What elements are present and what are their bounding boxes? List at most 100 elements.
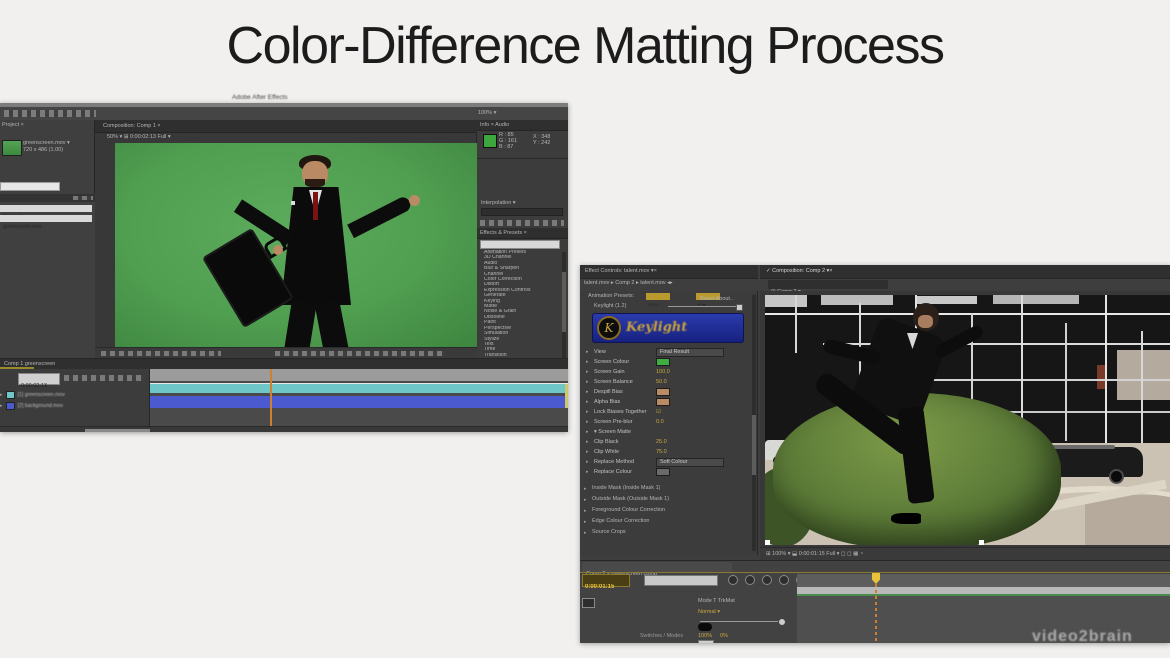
effect-param-row[interactable]: ▸ Screen Colour [580, 357, 752, 367]
effect-param-row[interactable]: ▸ Screen Pre-blur 0.0 [580, 417, 752, 427]
param-dropdown[interactable]: Final Result [656, 348, 724, 357]
tool-icons[interactable] [4, 110, 96, 117]
param-color-swatch[interactable] [656, 398, 670, 406]
param-color-swatch[interactable] [656, 468, 670, 476]
effect-param-row[interactable]: ▸ Clip White 75.0 [580, 447, 752, 457]
param-color-swatch[interactable] [656, 358, 670, 366]
param-color-swatch[interactable] [656, 388, 670, 396]
viewer-subtab-pill[interactable]: ⊞ Comp 2 ▾ [768, 280, 888, 289]
effect-param-row[interactable]: ▸ ▾ Screen Matte [580, 427, 752, 437]
comp-viewer-tab[interactable]: ✓ Composition: Comp 2 ▾× [766, 268, 1026, 275]
effect-param-row[interactable]: ▸ Screen Gain 100.0 [580, 367, 752, 377]
man-beard [305, 179, 325, 187]
composite-layer-bar[interactable] [797, 587, 1170, 594]
info-y: Y : 242 [533, 140, 550, 147]
project-item-row[interactable]: greenscreen.mov [0, 215, 92, 222]
opacity-slider-knob[interactable] [778, 618, 786, 626]
timeline-timecode-box[interactable]: 0:00:02:13 [18, 373, 60, 385]
keylight-brand-text: Keylight [626, 320, 687, 335]
hscroll-thumb[interactable] [85, 429, 150, 432]
layer-bar-teal[interactable] [150, 384, 568, 393]
effect-name-label[interactable]: Keylight (1.2) [594, 303, 664, 310]
effects-presets-header: Effects & Presets × [477, 228, 568, 239]
dock-icons-row[interactable] [480, 220, 564, 226]
effect-group-row[interactable]: ▸ Foreground Colour Correction [580, 505, 752, 516]
project-search-bar[interactable] [0, 182, 60, 191]
layer-bar-blue[interactable] [150, 396, 565, 408]
effect-slider-track[interactable] [668, 306, 742, 307]
composite-toolbar-text[interactable]: ⊞ 100% ▾ ⬓ 0:00:01:15 Full ▾ ◻ ◻ ▦ ◔ [766, 551, 1156, 558]
blend-mode-value[interactable]: Normal ▾ [698, 609, 720, 615]
composite-viewer-toolbar[interactable]: ⊞ 100% ▾ ⬓ 0:00:01:15 Full ▾ ◻ ◻ ▦ ◔ [760, 547, 1170, 561]
viewer-toolbar-icons2[interactable] [275, 351, 445, 356]
layer-color-chip[interactable] [6, 402, 15, 410]
composite-ruler[interactable] [797, 574, 1170, 587]
effect-param-row[interactable]: ▸ Alpha Bias [580, 397, 752, 407]
effect-group-row[interactable]: ▸ Inside Mask (Inside Mask 1) [580, 483, 752, 494]
footage-info: 720 x 486 (1.00) [23, 147, 93, 154]
timeline-ruler[interactable] [150, 369, 568, 381]
effect-controls-tab[interactable]: Effect Controls: talent.mov ▾× [585, 268, 753, 275]
timeline-tracks[interactable] [150, 381, 568, 426]
selection-handle-left[interactable] [765, 540, 770, 545]
preset-pill-1[interactable]: None [646, 293, 670, 300]
effect-param-row[interactable]: ▸ Replace Method Soft Colour [580, 457, 752, 467]
effects-scrollbar-thumb[interactable] [562, 272, 566, 332]
effect-param-row[interactable]: ▸ Despill Bias [580, 387, 752, 397]
effect-reset-link[interactable]: Reset About.. [700, 296, 755, 303]
effect-controls-scrollbar[interactable] [752, 295, 756, 551]
composite-cti-line[interactable] [875, 584, 877, 643]
current-time-indicator[interactable] [270, 369, 272, 426]
panel-mini-icons[interactable] [73, 196, 93, 200]
viewer-toolbar-icons[interactable] [101, 351, 221, 356]
composite-search-input[interactable] [644, 575, 718, 586]
opacity-pct[interactable]: 100% [698, 633, 712, 639]
av-features-box[interactable] [582, 598, 595, 608]
composite-timecode-box[interactable]: 0:00:01:15 [582, 574, 630, 587]
black-car-wheel-rear [1109, 469, 1124, 484]
audio-field[interactable] [481, 208, 563, 216]
composite-footage[interactable] [765, 295, 1170, 545]
effects-scrollbar[interactable] [562, 252, 566, 358]
app-toolbar[interactable]: 100% ▾ [0, 107, 568, 121]
column-headers: Mode T TrkMat [698, 598, 793, 605]
layer-color-chip[interactable] [6, 391, 15, 399]
timeline-layer-row[interactable]: ▸ [2] background.mov [0, 400, 150, 411]
second-pct[interactable]: 0% [720, 633, 728, 639]
effect-param-row[interactable]: ▸ Lock Biases Together ☑ [580, 407, 752, 417]
effect-group-row[interactable]: ▸ Edge Colour Correction [580, 516, 752, 527]
audio-row-label[interactable]: Interpolation ▾ [481, 200, 521, 207]
footage-name: greenscreen.mov ▾ [23, 140, 93, 147]
timeline-toolbar-icons[interactable] [64, 375, 144, 381]
toolbar-zoom-text[interactable]: 100% ▾ [478, 110, 538, 117]
timeline-layer-row[interactable]: ▸ [1] greenscreen.mov [0, 389, 150, 400]
param-dropdown[interactable]: Soft Colour [656, 458, 724, 467]
effect-group-row[interactable]: ▸ Source Crops [580, 527, 752, 538]
mini-preview-pill [698, 623, 712, 631]
effects-presets-title[interactable]: Effects & Presets × [480, 230, 564, 237]
effect-controls-breadcrumb[interactable]: talent.mov ▸ Comp 2 ▸ talent.mov ◂▸ [584, 280, 754, 287]
effect-param-row[interactable]: ▸ Clip Black 25.0 [580, 437, 752, 447]
project-item-row[interactable]: Comp 1 [0, 205, 92, 212]
effect-group-row[interactable]: ▸ Outside Mask (Outside Mask 1) [580, 494, 752, 505]
switches-modes-note[interactable]: Switches / Modes [640, 633, 696, 640]
man-left-leg [284, 299, 317, 347]
viewer-tab[interactable]: Composition: Comp 1 × [103, 123, 323, 130]
footage-thumbnail[interactable] [2, 140, 22, 156]
effect-param-row[interactable]: ▸ Screen Balance 50.0 [580, 377, 752, 387]
effect-param-row[interactable]: ▸ View Final Result [580, 347, 752, 357]
viewer-info-line[interactable]: 50% ▾ ⊞ 0:00:02:13 Full ▾ [107, 134, 307, 141]
effect-param-row[interactable]: ▸ Replace Colour [580, 467, 752, 477]
effect-slider-knob[interactable] [736, 304, 743, 311]
greenscreen-footage[interactable] [115, 143, 478, 347]
timeline-hscroll[interactable] [0, 426, 568, 432]
ec-scrollbar-thumb[interactable] [752, 415, 756, 475]
info-tab[interactable]: Info × Audio [480, 122, 564, 129]
selection-handle[interactable] [979, 540, 984, 545]
project-panel-header[interactable]: Project × [2, 122, 90, 129]
info-color-swatch [483, 134, 497, 148]
effects-search-input[interactable]: Contains: [480, 240, 560, 249]
opacity-slider-track[interactable] [700, 621, 786, 622]
effects-list[interactable]: Animation Presets3D ChannelAudioBlur & S… [477, 250, 562, 364]
keyframe-box[interactable] [698, 640, 714, 643]
